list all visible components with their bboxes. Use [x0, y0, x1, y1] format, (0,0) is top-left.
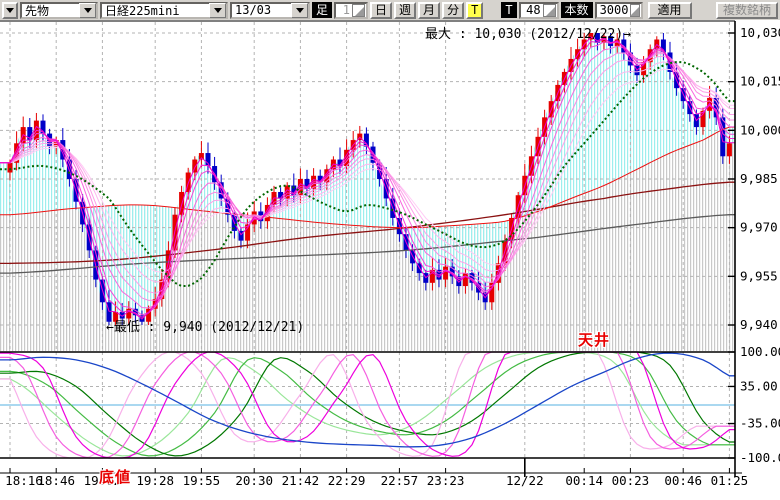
spinner-icon[interactable]: [352, 4, 365, 17]
period-month-button[interactable]: 月: [418, 2, 440, 19]
ceiling-annotation: 天井: [578, 329, 610, 350]
period-tick-button[interactable]: T: [466, 2, 483, 19]
contract-value: 13/03: [232, 3, 291, 17]
price-tick-label: 9,940: [740, 317, 778, 332]
multi-symbol-button[interactable]: 複数銘柄: [716, 2, 778, 19]
tick-size-label: T: [501, 2, 516, 18]
price-chart: 10,030 10,015 10,000 9,985 9,970 9,955 9,940 10…: [0, 20, 780, 500]
spinner-icon[interactable]: [630, 4, 639, 17]
price-tick-label: 10,000: [740, 122, 780, 137]
tick-size-stepper[interactable]: 48: [519, 2, 559, 19]
bar-count-label: 本数: [561, 2, 593, 18]
time-tick-label: 21:42: [282, 473, 320, 488]
period-day-button[interactable]: 日: [370, 2, 392, 19]
tick-size-value: 48: [524, 3, 542, 17]
time-tick-label: 18:46: [37, 473, 75, 488]
oscillator-tick-label: -100.00: [740, 450, 780, 465]
time-tick-label: 19:55: [183, 473, 221, 488]
period-week-button[interactable]: 週: [394, 2, 416, 19]
interval-value: 1: [341, 3, 352, 17]
window-dropdown-button[interactable]: [2, 2, 18, 19]
price-tick-label: 9,970: [740, 220, 778, 235]
category-combo[interactable]: 先物: [20, 2, 98, 19]
time-tick-label: 20:30: [235, 473, 273, 488]
min-price-annotation: ←最低 : 9,940 (2012/12/21): [106, 316, 304, 335]
contract-combo[interactable]: 13/03: [230, 2, 310, 19]
oscillator-tick-label: 100.00: [740, 344, 780, 359]
price-tick-label: 10,030: [740, 25, 780, 40]
time-tick-label: 19:28: [136, 473, 174, 488]
symbol-combo[interactable]: 日経225mini: [100, 2, 228, 19]
period-minute-button[interactable]: 分: [442, 2, 464, 19]
time-tick-label: 12/22: [506, 473, 544, 488]
bar-type-label: 足: [312, 2, 332, 18]
chevron-down-icon: [6, 8, 14, 13]
price-tick-label: 9,955: [740, 268, 778, 283]
time-tick-label: 00:23: [612, 473, 650, 488]
time-tick-label: 22:57: [381, 473, 419, 488]
time-tick-label: 22:29: [328, 473, 366, 488]
bar-count-stepper[interactable]: 3000: [595, 2, 643, 19]
oscillator-tick-label: -35.00: [740, 416, 780, 431]
max-price-annotation: 最大 : 10,030 (2012/12/22)→: [425, 23, 631, 42]
price-tick-label: 10,015: [740, 74, 780, 89]
time-tick-label: 00:14: [565, 473, 603, 488]
category-value: 先物: [22, 2, 79, 19]
price-tick-label: 9,985: [740, 171, 778, 186]
toolbar: 先物 日経225mini 13/03 足 1 日 週 月 分 T T 48 本数…: [0, 0, 780, 20]
time-tick-label: 23:23: [427, 473, 465, 488]
apply-button[interactable]: 適用: [648, 2, 692, 19]
chevron-down-icon[interactable]: [291, 3, 308, 18]
time-tick-label: 01:25: [711, 473, 749, 488]
symbol-value: 日経225mini: [102, 2, 209, 19]
time-tick-label: 00:46: [664, 473, 702, 488]
interval-stepper[interactable]: 1: [334, 2, 368, 19]
chevron-down-icon[interactable]: [79, 3, 96, 18]
bottom-annotation: 底値: [99, 466, 131, 487]
spinner-icon[interactable]: [543, 4, 556, 17]
oscillator-tick-label: 35.00: [740, 378, 778, 393]
chevron-down-icon[interactable]: [209, 3, 226, 18]
bar-count-value: 3000: [598, 3, 631, 17]
